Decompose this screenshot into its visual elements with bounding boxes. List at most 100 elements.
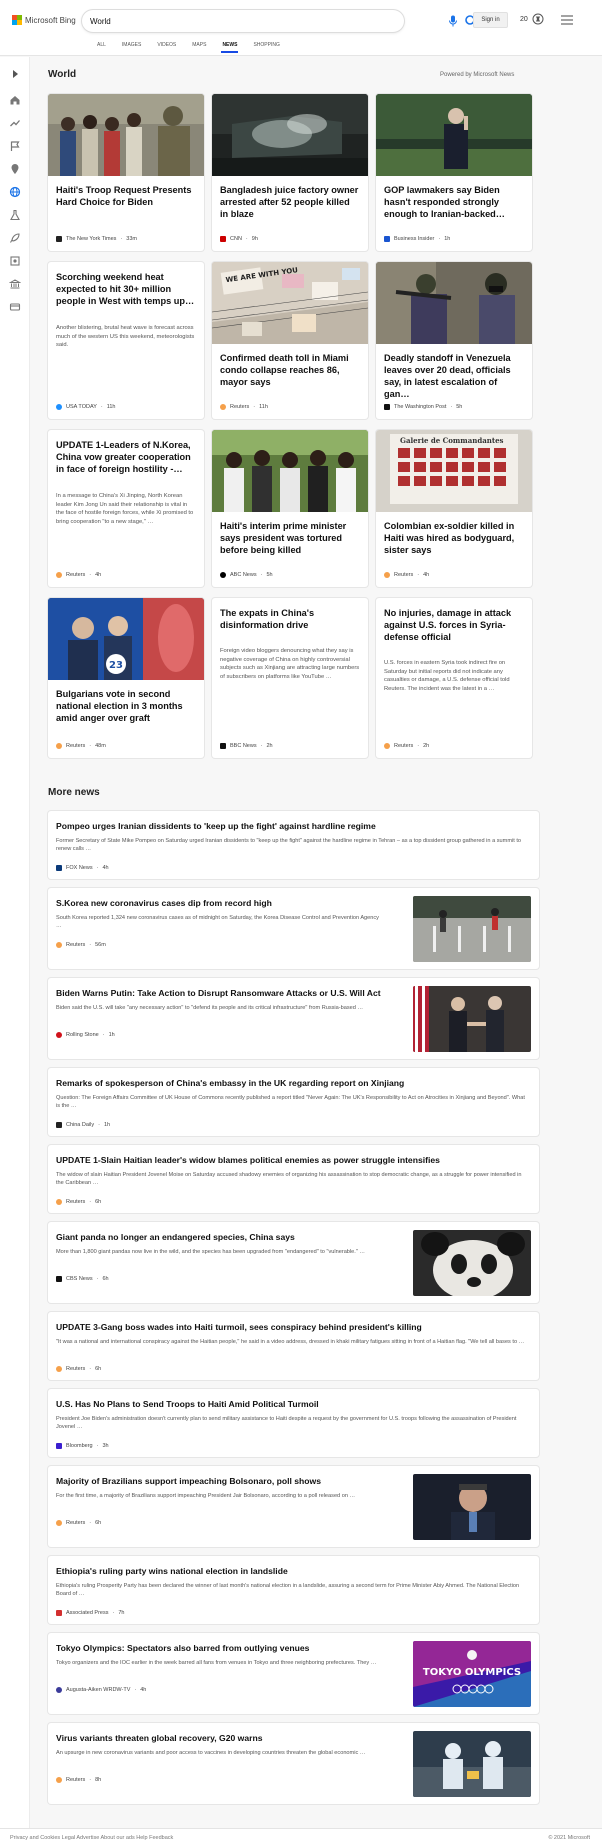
biden-photo [376, 94, 532, 176]
expand-arrow-icon[interactable] [9, 68, 21, 80]
flag-icon[interactable] [9, 140, 21, 152]
news-list-item[interactable]: S.Korea new coronavirus cases dip from r… [48, 888, 539, 969]
news-card[interactable]: GOP lawmakers say Biden hasn't responded… [376, 94, 532, 251]
rocket-icon[interactable] [9, 232, 21, 244]
mic-icon[interactable] [448, 15, 458, 27]
card-snippet: Another blistering, brutal heat wave is … [56, 325, 195, 349]
news-list-item[interactable]: Ethiopia's ruling party wins national el… [48, 1556, 539, 1624]
news-title[interactable]: Pompeo urges Iranian dissidents to 'keep… [56, 821, 376, 831]
news-card[interactable]: Haiti's Troop Request Presents Hard Choi… [48, 94, 204, 251]
tab-news[interactable]: NEWS [214, 39, 245, 53]
abc-news-source-icon [220, 572, 226, 578]
card-title[interactable]: Confirmed death toll in Miami condo coll… [220, 352, 360, 388]
card-source: Reuters · 2h [384, 743, 429, 749]
card-icon[interactable] [9, 301, 21, 313]
cbs-news-source-icon [56, 1276, 62, 1282]
korea-street-photo [413, 896, 531, 962]
news-card[interactable]: WE ARE WITH YOU Confirmed death toll in … [212, 262, 368, 419]
cnn-source-icon [220, 236, 226, 242]
haiti-crowd-photo [48, 94, 204, 176]
news-title[interactable]: Tokyo Olympics: Spectators also barred f… [56, 1643, 309, 1653]
news-snippet: South Korea reported 1,324 new coronavir… [56, 915, 379, 930]
news-title[interactable]: Majority of Brazilians support impeachin… [56, 1476, 321, 1486]
news-card[interactable]: 23 Bulgarians vote in second national el… [48, 598, 204, 758]
bank-icon[interactable] [9, 278, 21, 290]
news-title[interactable]: Biden Warns Putin: Take Action to Disrup… [56, 988, 381, 998]
globe-icon[interactable] [9, 186, 21, 198]
news-snippet: More than 1,800 giant pandas now live in… [56, 1249, 365, 1255]
tab-videos[interactable]: VIDEOS [149, 39, 184, 53]
trending-icon[interactable] [9, 117, 21, 129]
science-flask-icon[interactable] [9, 209, 21, 221]
associated-press-source-icon [56, 1610, 62, 1616]
card-title[interactable]: Haiti's Troop Request Presents Hard Choi… [56, 184, 196, 208]
news-title[interactable]: UPDATE 3-Gang boss wades into Haiti turm… [56, 1322, 422, 1332]
card-source: ABC News · 5h [220, 572, 273, 578]
reuters-source-icon [384, 572, 390, 578]
card-title[interactable]: GOP lawmakers say Biden hasn't responded… [384, 184, 524, 220]
tab-images[interactable]: IMAGES [114, 39, 149, 53]
tab-shopping[interactable]: SHOPPING [245, 39, 287, 53]
search-input[interactable] [90, 14, 350, 28]
fox-news-source-icon [56, 865, 62, 871]
news-list-item[interactable]: Majority of Brazilians support impeachin… [48, 1466, 539, 1547]
search-box [82, 10, 478, 32]
footer-links[interactable]: Privacy and Cookies Legal Advertise Abou… [10, 1835, 173, 1841]
news-list-item[interactable]: Giant panda no longer an endangered spec… [48, 1222, 539, 1303]
news-snippet: Former Secretary of State Mike Pompeo on… [56, 838, 521, 853]
olympics-graphic-text: TOKYO OLYMPICS [423, 1667, 521, 1678]
news-title[interactable]: Giant panda no longer an endangered spec… [56, 1232, 295, 1242]
tab-all[interactable]: ALL [89, 39, 114, 53]
card-title[interactable]: Scorching weekend heat expected to hit 3… [56, 271, 196, 307]
rewards-button[interactable]: 20 [520, 13, 544, 25]
news-card[interactable]: No injuries, damage in attack against U.… [376, 598, 532, 758]
news-card[interactable]: Scorching weekend heat expected to hit 3… [48, 262, 204, 419]
news-title[interactable]: S.Korea new coronavirus cases dip from r… [56, 898, 272, 908]
news-title[interactable]: Virus variants threaten global recovery,… [56, 1733, 263, 1743]
news-list-item[interactable]: UPDATE 1-Slain Haitian leader's widow bl… [48, 1145, 539, 1213]
news-card[interactable]: Bangladesh juice factory owner arrested … [212, 94, 368, 251]
card-title[interactable]: UPDATE 1-Leaders of N.Korea, China vow g… [56, 439, 196, 475]
card-source: The Washington Post · 5h [384, 404, 462, 410]
news-card[interactable]: Deadly standoff in Venezuela leaves over… [376, 262, 532, 419]
news-list-item[interactable]: Biden Warns Putin: Take Action to Disrup… [48, 978, 539, 1059]
news-card[interactable]: The expats in China's disinformation dri… [212, 598, 368, 758]
tab-maps[interactable]: MAPS [184, 39, 214, 53]
news-title[interactable]: U.S. Has No Plans to Send Troops to Hait… [56, 1399, 319, 1409]
news-list-item[interactable]: Pompeo urges Iranian dissidents to 'keep… [48, 811, 539, 879]
card-title[interactable]: No injuries, damage in attack against U.… [384, 607, 524, 643]
news-card[interactable]: Haiti's interim prime minister says pres… [212, 430, 368, 587]
hamburger-menu-icon[interactable] [561, 15, 573, 25]
news-title[interactable]: Ethiopia's ruling party wins national el… [56, 1566, 288, 1576]
card-title[interactable]: The expats in China's disinformation dri… [220, 607, 360, 631]
news-list-item[interactable]: Remarks of spokesperson of China's embas… [48, 1068, 539, 1136]
news-title[interactable]: Remarks of spokesperson of China's embas… [56, 1078, 404, 1088]
card-title[interactable]: Deadly standoff in Venezuela leaves over… [384, 352, 524, 400]
news-snippet: Biden said the U.S. will take "any neces… [56, 1005, 364, 1011]
home-icon[interactable] [9, 94, 21, 106]
bing-logo[interactable]: Microsoft Bing [12, 15, 76, 25]
news-card[interactable]: UPDATE 1-Leaders of N.Korea, China vow g… [48, 430, 204, 587]
reuters-source-icon [56, 942, 62, 948]
card-title[interactable]: Colombian ex-soldier killed in Haiti was… [384, 520, 524, 556]
card-snippet: In a message to China's Xi Jinping, Nort… [56, 493, 194, 525]
news-list-item[interactable]: Virus variants threaten global recovery,… [48, 1723, 539, 1804]
news-list-item[interactable]: UPDATE 3-Gang boss wades into Haiti turm… [48, 1312, 539, 1380]
news-source: CBS News · 6h [56, 1276, 109, 1282]
card-title[interactable]: Bangladesh juice factory owner arrested … [220, 184, 360, 220]
news-snippet: The widow of slain Haitian President Jov… [56, 1172, 522, 1187]
card-title[interactable]: Bulgarians vote in second national elect… [56, 688, 196, 724]
news-source: FOX News · 4h [56, 865, 109, 871]
nyt-source-icon [56, 236, 62, 242]
news-title[interactable]: UPDATE 1-Slain Haitian leader's widow bl… [56, 1155, 440, 1165]
film-icon[interactable] [9, 255, 21, 267]
news-list-item[interactable]: Tokyo Olympics: Spectators also barred f… [48, 1633, 539, 1714]
news-list-item[interactable]: U.S. Has No Plans to Send Troops to Hait… [48, 1389, 539, 1457]
news-snippet: President Joe Biden's administration doe… [56, 1416, 517, 1431]
sign-in-button[interactable]: Sign in [473, 12, 508, 28]
tokyo-olympics-graphic: TOKYO OLYMPICS [413, 1641, 531, 1707]
card-title[interactable]: Haiti's interim prime minister says pres… [220, 520, 360, 556]
news-card[interactable]: Galerie de Commandantes Colombian ex-sol… [376, 430, 532, 587]
rolling-stone-source-icon [56, 1032, 62, 1038]
location-pin-icon[interactable] [9, 163, 21, 175]
